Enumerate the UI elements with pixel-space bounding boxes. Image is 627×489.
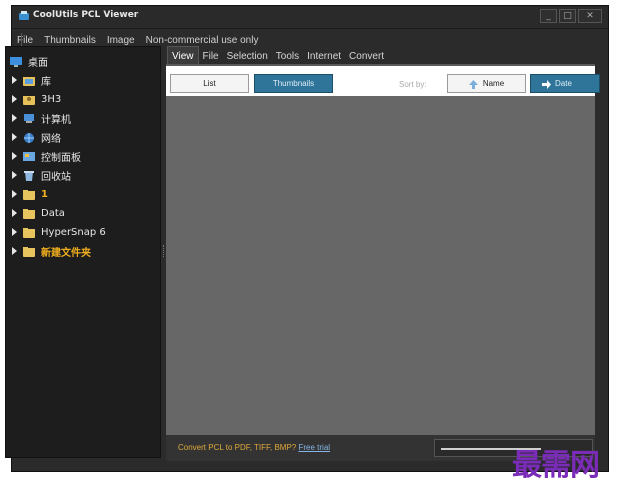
expand-arrow-icon[interactable]	[12, 209, 17, 217]
control-panel-icon	[23, 151, 35, 161]
desktop-icon	[10, 56, 22, 67]
thumbnails-view-button[interactable]: Thumbnails	[254, 74, 333, 93]
tree-item-label: 计算机	[41, 114, 71, 126]
tab-view[interactable]: View	[167, 46, 199, 65]
expand-arrow-icon[interactable]	[12, 133, 17, 141]
tree-item-desktop[interactable]: 桌面	[6, 52, 48, 70]
tree-item-label: 回收站	[41, 171, 71, 183]
tree-item-folder-1[interactable]: 1	[6, 185, 48, 203]
menu-separator	[21, 33, 22, 47]
expand-arrow-icon[interactable]	[12, 190, 17, 198]
free-trial-link[interactable]: Free trial	[299, 443, 331, 452]
arrow-right-icon	[542, 80, 551, 89]
tree-item-label: 网络	[41, 133, 61, 145]
sort-name-label: Name	[482, 79, 505, 88]
user-folder-icon	[23, 95, 35, 105]
expand-arrow-icon[interactable]	[12, 152, 17, 160]
tree-item-recycle-bin[interactable]: 回收站	[6, 166, 71, 184]
folder-icon	[23, 208, 35, 219]
thumbnail-area[interactable]	[166, 96, 595, 435]
tree-item-library[interactable]: 库	[6, 71, 51, 89]
library-folder-icon	[23, 76, 35, 86]
status-message: Convert PCL to PDF, TIFF, BMP? Free tria…	[178, 443, 330, 452]
tree-item-label: 控制面板	[41, 152, 81, 164]
folder-icon	[23, 227, 35, 238]
minimize-button[interactable]: _	[540, 9, 557, 23]
menu-thumbnails[interactable]: Thumbnails	[44, 35, 96, 46]
close-button[interactable]: ✕	[578, 9, 602, 23]
sort-by-name-button[interactable]: Name	[447, 74, 526, 93]
title-bar: CoolUtils PCL Viewer _ □ ✕	[12, 6, 608, 29]
tab-file[interactable]: File	[199, 47, 223, 65]
folder-tree[interactable]: 桌面 库 3H3 计算机 网络 控制面板 回收站 1 Data HyperSna…	[5, 46, 161, 458]
folder-icon	[23, 189, 35, 200]
menu-file[interactable]: File	[17, 35, 33, 46]
recycle-bin-icon	[24, 170, 34, 181]
window-title: CoolUtils PCL Viewer	[33, 10, 139, 20]
tree-item-network[interactable]: 网络	[6, 128, 61, 146]
tab-internet[interactable]: Internet	[303, 47, 345, 65]
maximize-button[interactable]: □	[559, 9, 576, 23]
folder-icon	[23, 246, 35, 257]
window-controls: _ □ ✕	[540, 9, 602, 23]
tab-convert[interactable]: Convert	[345, 47, 388, 65]
tree-item-data[interactable]: Data	[6, 204, 65, 222]
expand-arrow-icon[interactable]	[12, 171, 17, 179]
tab-selection[interactable]: Selection	[223, 47, 272, 65]
sort-date-label: Date	[555, 79, 572, 88]
expand-arrow-icon[interactable]	[12, 76, 17, 84]
app-logo-icon	[19, 11, 29, 20]
tree-item-new-folder[interactable]: 新建文件夹	[6, 242, 91, 260]
view-toolbar: List Thumbnails Sort by: Name Date	[166, 64, 600, 96]
tab-tools[interactable]: Tools	[272, 47, 303, 65]
expand-arrow-icon[interactable]	[12, 247, 17, 255]
ribbon-tabs: View File Selection Tools Internet Conve…	[167, 45, 627, 65]
tree-item-label: Data	[41, 207, 65, 219]
list-view-button[interactable]: List	[170, 74, 249, 93]
menu-image[interactable]: Image	[107, 35, 135, 46]
status-text: Convert PCL to PDF, TIFF, BMP?	[178, 443, 297, 452]
sort-by-label: Sort by:	[399, 80, 427, 89]
tree-item-control-panel[interactable]: 控制面板	[6, 147, 81, 165]
upload-arrow-icon	[469, 80, 478, 89]
tree-item-label: 1	[41, 188, 48, 200]
tree-item-3h3[interactable]: 3H3	[6, 90, 61, 108]
menu-license-note: Non-commercial use only	[145, 34, 259, 46]
expand-arrow-icon[interactable]	[12, 114, 17, 122]
tree-item-label: 新建文件夹	[41, 247, 91, 259]
computer-icon	[24, 113, 34, 123]
tree-item-label: HyperSnap 6	[41, 226, 106, 238]
network-icon	[24, 132, 34, 143]
tree-item-label: 3H3	[41, 93, 62, 105]
tree-item-hypersnap[interactable]: HyperSnap 6	[6, 223, 106, 241]
expand-arrow-icon[interactable]	[12, 228, 17, 236]
sort-by-date-button[interactable]: Date	[530, 74, 600, 93]
tree-item-label: 桌面	[28, 57, 48, 69]
expand-arrow-icon[interactable]	[12, 95, 17, 103]
watermark-logo: 最需网	[512, 448, 600, 483]
tree-item-computer[interactable]: 计算机	[6, 109, 71, 127]
tree-item-label: 库	[41, 76, 51, 88]
